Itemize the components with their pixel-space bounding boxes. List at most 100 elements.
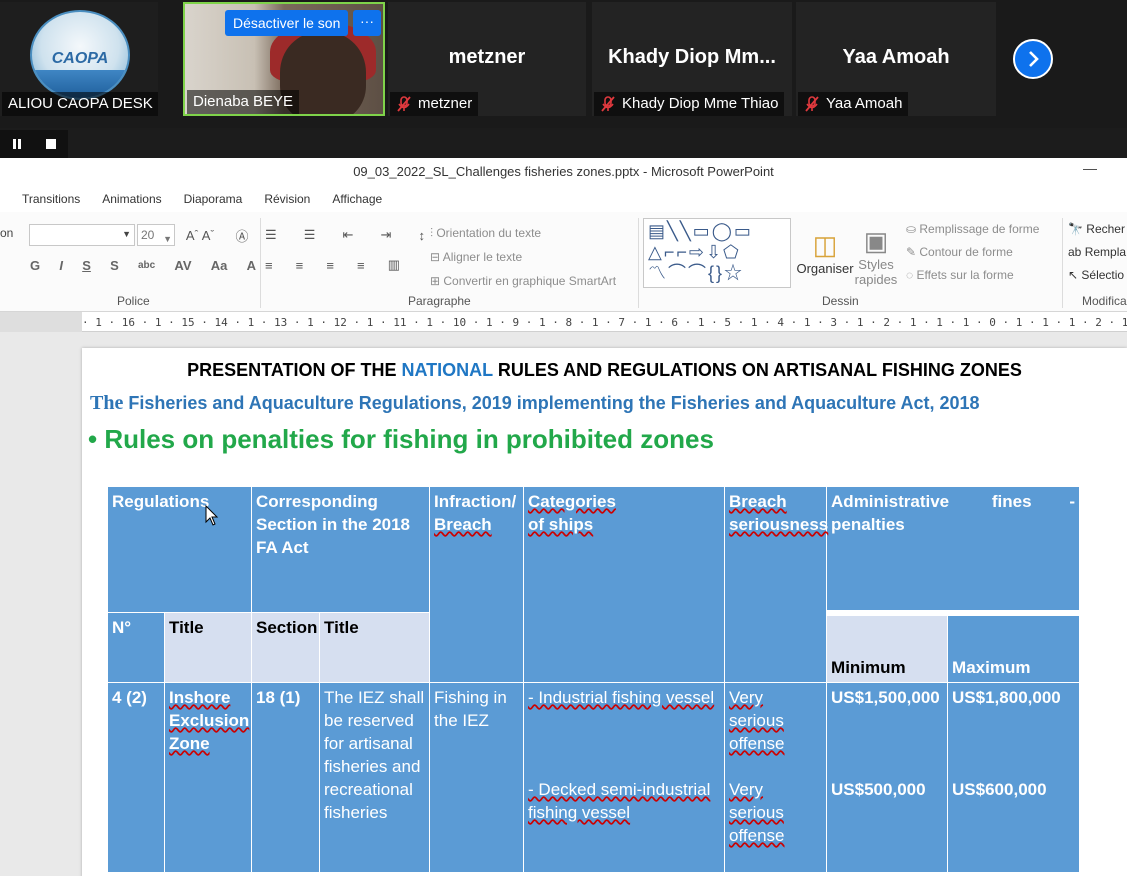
cell-text: Section [256, 618, 318, 637]
minimize-button[interactable]: — [1083, 160, 1097, 176]
chevron-down-icon: ▼ [163, 234, 172, 244]
shape-effects-button[interactable]: ◌ Effets sur la forme [906, 268, 1014, 282]
next-page-button[interactable] [1013, 39, 1053, 79]
font-size-select[interactable]: 20 ▼ [137, 224, 175, 246]
cell-no[interactable]: 4 (2) [107, 682, 165, 873]
header-fines[interactable]: Administrative fines - penalties [826, 486, 1081, 613]
quick-styles-button[interactable]: ▣ Styles rapides [850, 218, 902, 294]
select-button[interactable]: ↖ Sélectio [1068, 268, 1124, 282]
group-label-modification: Modifica [1082, 294, 1127, 308]
subheader-minimum[interactable]: Minimum [826, 609, 949, 683]
list-buttons[interactable]: ☰ ☰ ⇤ ⇥ ↕ [265, 224, 425, 246]
cell-maximum[interactable]: US$1,800,000 US$600,000 [947, 682, 1081, 873]
case-icon[interactable]: Aa [211, 258, 228, 273]
justify-icon[interactable]: ≡ [357, 258, 365, 273]
outdent-icon[interactable]: ⇥ [381, 227, 392, 243]
more-options-button[interactable]: ··· [353, 10, 381, 36]
header-categories[interactable]: Categories of ships [523, 486, 726, 683]
cell-text: - Decked semi-industrial fishing vessel [528, 780, 711, 822]
participant-tile-beye[interactable]: Désactiver le son ··· Dienaba BEYE [183, 2, 385, 116]
tab-transitions[interactable]: Transitions [0, 188, 91, 210]
stop-button[interactable] [34, 130, 68, 158]
align-buttons[interactable]: ≡ ≡ ≡ ≡ ▥ [265, 254, 400, 276]
button-label: Convertir en graphique SmartArt [443, 274, 617, 288]
italic-icon[interactable]: I [59, 258, 63, 273]
participant-tile-yaa[interactable]: Yaa Amoah Yaa Amoah [796, 2, 996, 116]
cell-categories[interactable]: - Industrial fishing vessel - Decked semi… [523, 682, 726, 873]
cell-minimum[interactable]: US$1,500,000 US$500,000 [826, 682, 949, 873]
cell-text: Breach [434, 515, 492, 534]
slide-title[interactable]: PRESENTATION OF THE NATIONAL RULES AND R… [82, 360, 1127, 381]
cell-text: of ships [528, 515, 594, 534]
cell-title[interactable]: Inshore Exclusion Zone [163, 682, 253, 873]
shape-outline-button[interactable]: ✎ Contour de forme [906, 245, 1013, 259]
slide[interactable]: PRESENTATION OF THE NATIONAL RULES AND R… [82, 348, 1127, 876]
cell-text: US$600,000 [952, 780, 1047, 799]
group-label-police: Police [117, 294, 150, 308]
header-infraction[interactable]: Infraction/Breach [429, 486, 525, 683]
participant-display-name: metzner [448, 46, 526, 68]
participant-tile-metzner[interactable]: metzner metzner [388, 2, 586, 116]
font-style-buttons[interactable]: G I S Sabc AV Aa A [30, 254, 256, 276]
button-label: Contour de forme [919, 245, 1013, 259]
align-center-icon[interactable]: ≡ [296, 258, 304, 273]
button-label: Orientation du texte [436, 226, 542, 240]
font-color-icon[interactable]: A [247, 258, 256, 273]
participant-tile-khady[interactable]: Khady Diop Mm... Khady Diop Mme Thiao [592, 2, 792, 116]
underline-icon[interactable]: S [82, 258, 91, 273]
text-direction-button[interactable]: ⫶ Orientation du texte [430, 226, 541, 241]
cell-section[interactable]: 18 (1) [251, 682, 321, 873]
pause-button[interactable] [0, 130, 34, 158]
smartart-button[interactable]: ⊞ Convertir en graphique SmartArt [430, 274, 616, 288]
spacing-icon[interactable]: AV [174, 258, 191, 273]
cell-text: fines [991, 492, 1032, 511]
grow-shrink-font-icons[interactable]: Aˆ Aˇ [180, 224, 220, 246]
clear-format-icon[interactable]: Ⓐ [230, 224, 254, 246]
font-name-select[interactable]: ▼ [29, 224, 135, 246]
tab-affichage[interactable]: Affichage [321, 188, 393, 210]
header-section[interactable]: Corresponding Section in the 2018 FA Act [251, 486, 431, 613]
columns-icon[interactable]: ▥ [388, 257, 400, 273]
name-label: Dienaba BEYE [193, 93, 294, 110]
align-left-icon[interactable]: ≡ [265, 258, 273, 273]
tab-animations[interactable]: Animations [91, 188, 172, 210]
window-title: 09_03_2022_SL_Challenges fisheries zones… [0, 158, 1127, 186]
ribbon-tabs: Transitions Animations Diaporama Révisio… [0, 188, 393, 210]
subheader-section[interactable]: Section [251, 612, 321, 683]
tab-revision[interactable]: Révision [253, 188, 321, 210]
cell-seriousness[interactable]: Very serious offense Very serious offense [724, 682, 828, 873]
button-label: Effets sur la forme [916, 268, 1014, 282]
arrange-button[interactable]: ◫ Organiser [792, 218, 858, 288]
ribbon-separator [1062, 218, 1063, 308]
replace-button[interactable]: ab Rempla [1068, 245, 1126, 259]
unmute-button[interactable]: Désactiver le son [225, 10, 349, 36]
cell-description[interactable]: The IEZ shall be reserved for artisanal … [319, 682, 431, 873]
slide-subtitle[interactable]: The Fisheries and Aquaculture Regulation… [90, 392, 980, 415]
ribbon-separator [638, 218, 639, 308]
subheader-title[interactable]: Title [163, 612, 253, 683]
subheader-title-2[interactable]: Title [319, 612, 431, 683]
tab-diaporama[interactable]: Diaporama [173, 188, 254, 210]
shape-fill-button[interactable]: ⛀ Remplissage de forme [906, 222, 1039, 236]
cell-text: - [1069, 492, 1076, 511]
line-spacing-icon[interactable]: ↕ [419, 228, 426, 243]
header-breach-seriousness[interactable]: Breach seriousness [724, 486, 828, 683]
shapes-gallery[interactable]: ▤╲╲▭◯▭ △⌐⌐⇨⇩⬠ 〽⌒⌒{}☆ [643, 218, 791, 288]
subheader-maximum[interactable]: Maximum [947, 609, 1081, 683]
shadow-icon[interactable]: S [110, 258, 119, 273]
share-media-controls [0, 130, 68, 158]
regulations-table[interactable]: Regulations Corresponding Section in the… [106, 486, 1081, 873]
cell-infraction[interactable]: Fishing in the IEZ [429, 682, 525, 873]
numbering-icon[interactable]: ☰ [304, 227, 316, 243]
align-right-icon[interactable]: ≡ [326, 258, 334, 273]
find-button[interactable]: 🔭 Recher [1068, 222, 1125, 236]
indent-icon[interactable]: ⇤ [343, 227, 354, 243]
slide-bullet[interactable]: • Rules on penalties for fishing in proh… [88, 424, 714, 455]
subheader-no[interactable]: N° [107, 612, 165, 683]
strike-icon[interactable]: abc [138, 260, 155, 271]
align-text-button[interactable]: ⊟ Aligner le texte [430, 250, 522, 264]
header-regulations[interactable]: Regulations [106, 486, 253, 613]
participant-tile-caopa[interactable]: CAOPA ALIOU CAOPA DESK [0, 2, 158, 116]
bold-icon[interactable]: G [30, 258, 40, 273]
bullets-icon[interactable]: ☰ [265, 227, 277, 243]
